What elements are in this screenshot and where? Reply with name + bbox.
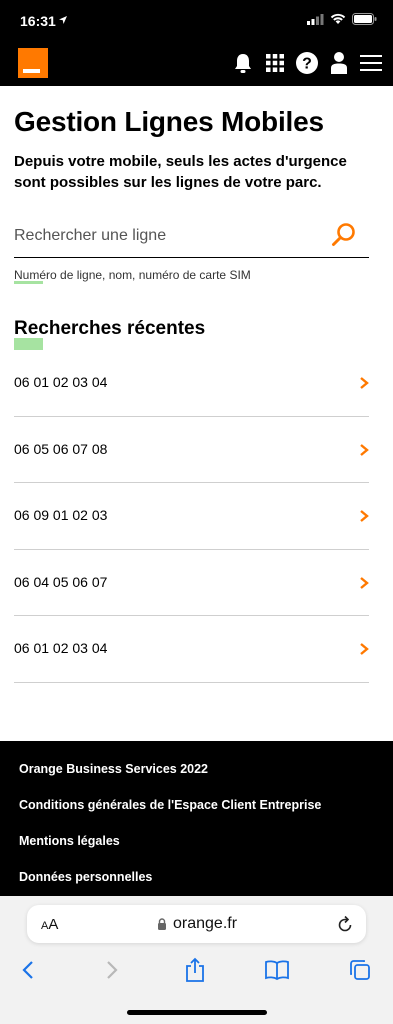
svg-text:?: ? bbox=[302, 56, 312, 73]
recent-search-number: 06 05 06 07 08 bbox=[14, 440, 108, 457]
search-icon[interactable] bbox=[331, 222, 357, 248]
chevron-right-icon bbox=[360, 443, 369, 456]
status-bar: 16:31 bbox=[0, 0, 393, 42]
chevron-right-icon bbox=[360, 576, 369, 589]
help-icon[interactable]: ? bbox=[295, 50, 319, 76]
location-arrow-icon bbox=[59, 16, 67, 24]
recent-search-number: 06 01 02 03 04 bbox=[14, 374, 108, 390]
chevron-right-icon bbox=[360, 510, 369, 523]
browser-toolbar bbox=[0, 956, 393, 986]
tabs-icon[interactable] bbox=[346, 956, 374, 984]
address-bar[interactable]: AA orange.fr bbox=[27, 905, 366, 943]
bell-icon[interactable] bbox=[231, 50, 255, 76]
header-actions: ? bbox=[231, 50, 383, 76]
footer-link-copyright[interactable]: Orange Business Services 2022 bbox=[19, 762, 208, 776]
recent-search-item[interactable]: 06 01 02 03 04 bbox=[14, 616, 369, 683]
site-header: ? bbox=[0, 42, 393, 86]
lock-icon bbox=[158, 918, 166, 930]
recent-search-item[interactable]: 06 04 05 06 07 bbox=[14, 550, 369, 617]
grid-icon[interactable] bbox=[263, 50, 287, 76]
back-icon[interactable] bbox=[14, 956, 42, 984]
user-icon[interactable] bbox=[327, 50, 351, 76]
forward-icon[interactable] bbox=[98, 956, 126, 984]
home-indicator bbox=[127, 1010, 267, 1015]
recent-search-item[interactable]: 06 01 02 03 04 bbox=[14, 350, 369, 417]
recent-search-number: 06 09 01 02 03 bbox=[14, 507, 108, 524]
recent-search-item[interactable]: 06 09 01 02 03 bbox=[14, 483, 369, 550]
recent-search-item[interactable]: 06 05 06 07 08 bbox=[14, 417, 369, 484]
battery-icon bbox=[352, 13, 377, 25]
footer-link-legal[interactable]: Mentions légales bbox=[19, 834, 120, 848]
recent-searches-title: Recherches récentes bbox=[14, 318, 206, 339]
recent-search-number: 06 04 05 06 07 bbox=[14, 573, 108, 590]
recent-search-number: 06 01 02 03 04 bbox=[14, 640, 108, 657]
status-time: 16:31 bbox=[20, 13, 56, 29]
chevron-right-icon bbox=[360, 377, 369, 389]
text-size-button[interactable]: AA bbox=[41, 916, 58, 933]
menu-icon[interactable] bbox=[359, 50, 383, 76]
footer-link-conditions[interactable]: Conditions générales de l'Espace Client … bbox=[19, 798, 321, 812]
highlight-mark bbox=[14, 338, 43, 350]
site-footer: Orange Business Services 2022 Conditions… bbox=[0, 741, 393, 901]
search-input[interactable] bbox=[14, 218, 324, 254]
line-search bbox=[14, 218, 369, 258]
recent-searches-list: 06 01 02 03 04 06 05 06 07 08 06 09 01 0… bbox=[14, 350, 369, 683]
browser-chrome: AA orange.fr bbox=[0, 896, 393, 1024]
reload-icon[interactable] bbox=[336, 914, 354, 934]
status-indicators bbox=[307, 13, 377, 25]
chevron-right-icon bbox=[360, 643, 369, 656]
wifi-icon bbox=[330, 13, 346, 24]
page-subtitle: Depuis votre mobile, seuls les actes d'u… bbox=[14, 153, 347, 191]
orange-logo[interactable] bbox=[18, 48, 48, 78]
search-hint: Numéro de ligne, nom, numéro de carte SI… bbox=[14, 268, 251, 282]
signal-icon bbox=[307, 13, 324, 25]
page-title: Gestion Lignes Mobiles bbox=[14, 106, 324, 137]
url-text: orange.fr bbox=[173, 915, 238, 932]
footer-link-privacy[interactable]: Données personnelles bbox=[19, 870, 152, 884]
bookmarks-icon[interactable] bbox=[263, 956, 291, 984]
share-icon[interactable] bbox=[181, 956, 209, 984]
highlight-mark bbox=[14, 281, 43, 284]
